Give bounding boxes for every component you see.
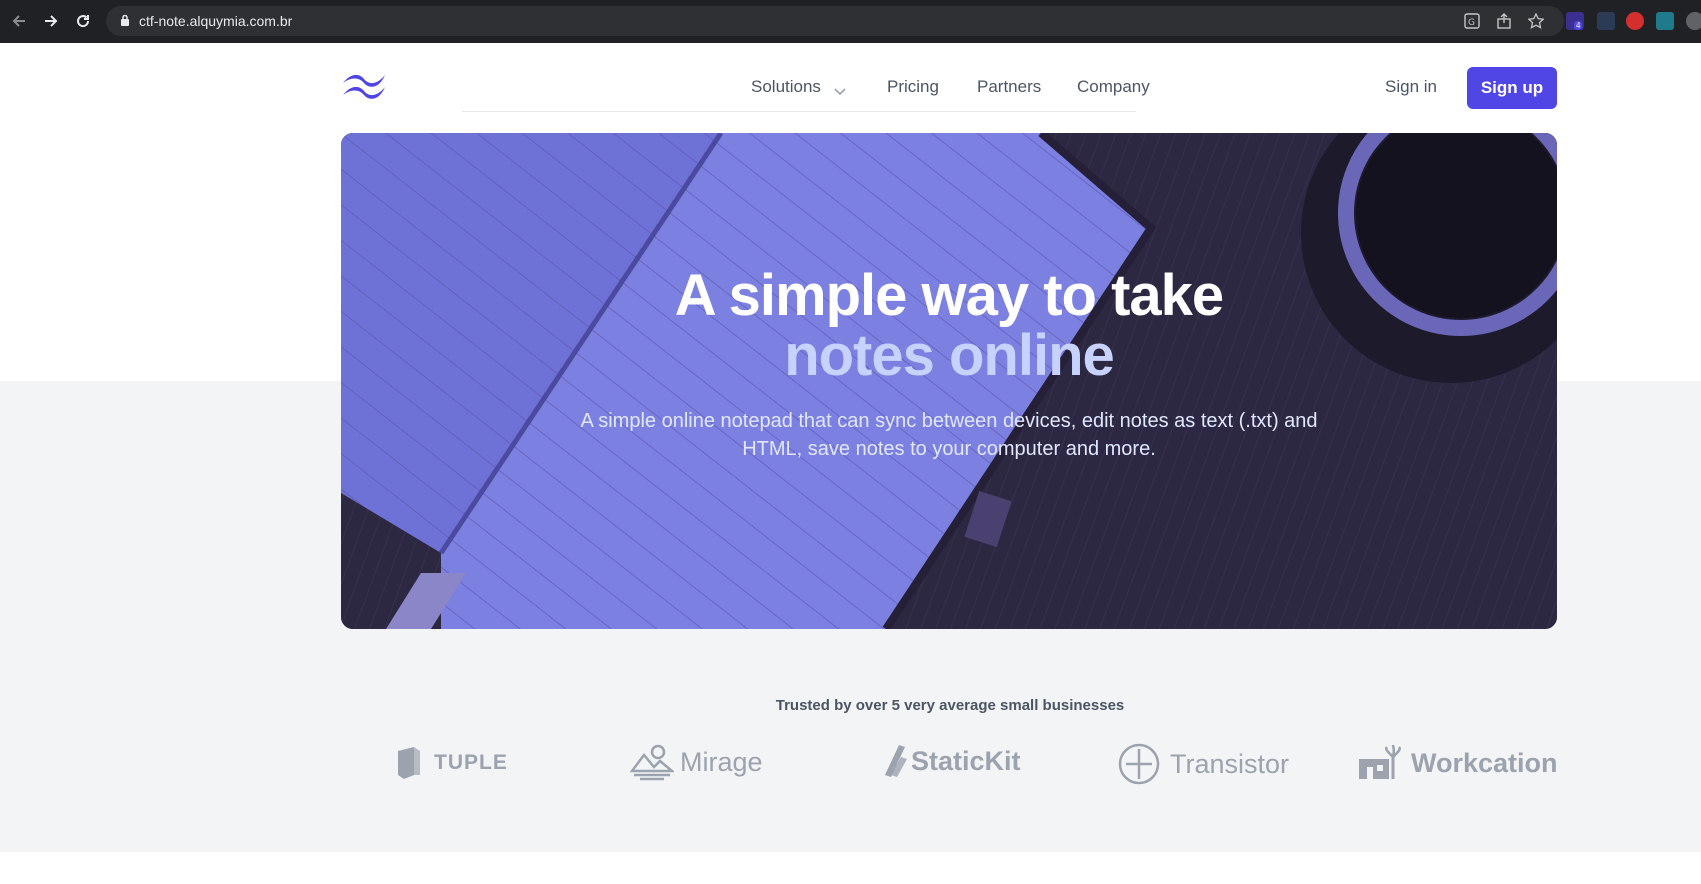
nav-solutions[interactable]: Solutions <box>751 77 821 97</box>
mirage-icon <box>630 744 674 781</box>
browser-toolbar: ctf-note.alquymia.com.br G 4 <box>0 0 1701 43</box>
chevron-down-icon[interactable] <box>834 83 846 101</box>
hero-title-line2: notes online <box>784 323 1115 388</box>
translate-icon[interactable]: G <box>1464 13 1480 29</box>
tuple-icon <box>398 747 420 779</box>
hero-subtitle-line2: HTML, save notes to your computer and mo… <box>742 438 1156 460</box>
workcation-icon <box>1359 745 1401 779</box>
hero-subtitle: A simple online notepad that can sync be… <box>571 407 1327 463</box>
hero-banner: A simple way to take notes online A simp… <box>341 133 1557 629</box>
hero-title-line1: A simple way to take <box>674 263 1224 328</box>
url-text: ctf-note.alquymia.com.br <box>139 13 293 29</box>
hero-subtitle-line1: A simple online notepad that can sync be… <box>580 410 1318 432</box>
lock-icon <box>120 14 130 32</box>
logo-transistor: Transistor <box>1118 743 1289 785</box>
nav-company[interactable]: Company <box>1077 77 1150 97</box>
extension-puzzle-icon[interactable] <box>1597 12 1615 30</box>
statickit-icon <box>885 745 907 777</box>
sign-in-link[interactable]: Sign in <box>1385 77 1437 97</box>
hero-title: A simple way to take notes online <box>341 266 1557 386</box>
bookmark-star-icon[interactable] <box>1527 12 1545 29</box>
profile-avatar[interactable] <box>1686 12 1701 30</box>
extension-icon[interactable]: 4 <box>1566 12 1584 30</box>
logo-tuple: TUPLE <box>396 745 508 781</box>
sign-up-button[interactable]: Sign up <box>1467 67 1557 109</box>
main-nav: Solutions Pricing Partners Company <box>462 43 1150 112</box>
svg-text:G: G <box>1468 18 1475 28</box>
share-icon[interactable] <box>1496 13 1512 29</box>
address-bar[interactable]: ctf-note.alquymia.com.br G <box>106 6 1564 36</box>
logo-statickit: StaticKit <box>885 745 1021 777</box>
page: Solutions Pricing Partners Company Sign … <box>0 43 1701 884</box>
transistor-icon <box>1118 743 1160 785</box>
forward-icon[interactable] <box>40 10 62 32</box>
extension-red-icon[interactable] <box>1626 12 1644 30</box>
nav-partners[interactable]: Partners <box>977 77 1041 97</box>
trusted-heading-text: Trusted by over 5 very average small bus… <box>775 697 1125 714</box>
nav-pricing[interactable]: Pricing <box>887 77 939 97</box>
reload-icon[interactable] <box>72 10 94 32</box>
brand-logo-icon[interactable] <box>341 71 387 104</box>
extension-teal-icon[interactable] <box>1656 12 1674 30</box>
extension-badge: 4 <box>1574 21 1583 30</box>
logo-mirage: Mirage <box>630 743 763 781</box>
back-icon[interactable] <box>8 10 30 32</box>
logo-workcation: Workcation <box>1357 745 1558 781</box>
